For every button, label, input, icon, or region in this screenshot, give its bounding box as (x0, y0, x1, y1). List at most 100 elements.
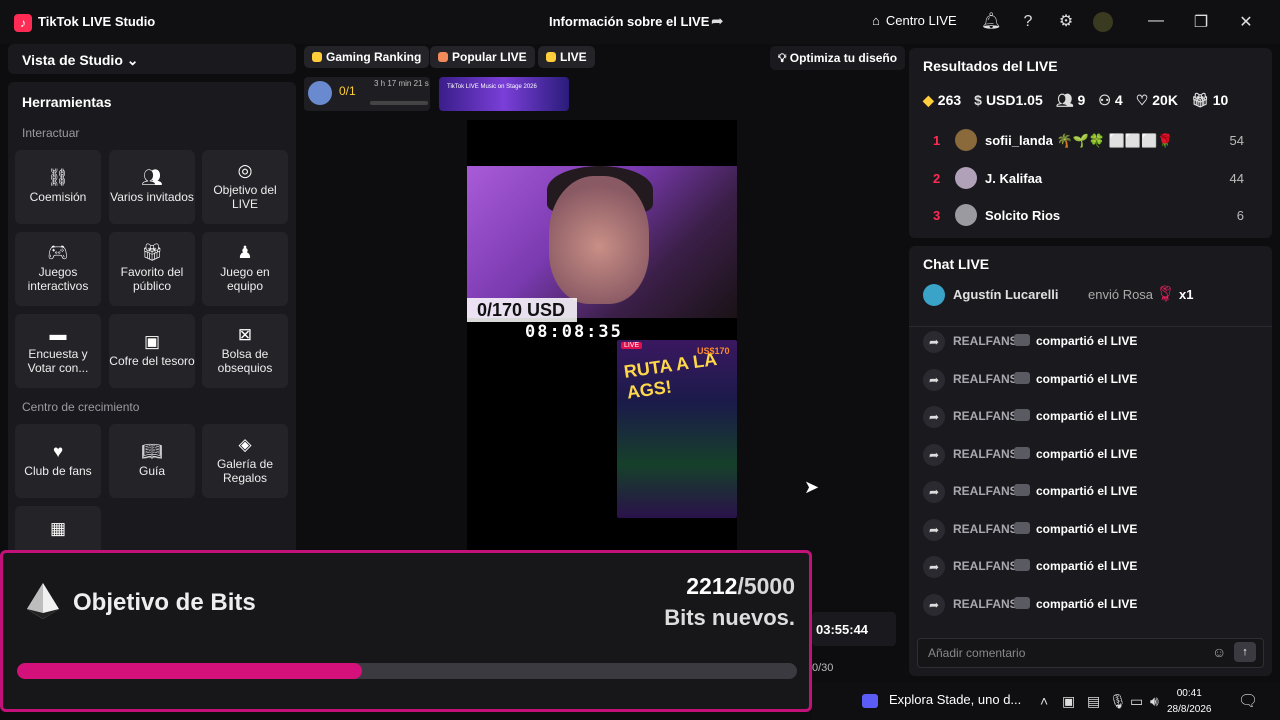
gifter-row[interactable]: 2 J. Kalifaa 44 (909, 164, 1272, 194)
chat-user[interactable]: REALFANS (953, 559, 1018, 573)
studio-view-dropdown[interactable]: Vista de Studio ⌄ (8, 44, 296, 74)
close-icon[interactable]: ✕ (1234, 12, 1258, 32)
usd-goal-label: 0/170 USD (467, 298, 577, 322)
fan-badge-icon (1014, 522, 1030, 534)
system-clock[interactable]: 00:41 28/8/2026 (1167, 686, 1212, 718)
stat-value: 4 (1114, 92, 1123, 108)
section-growth: Centro de crecimiento (22, 400, 140, 414)
gifter-row[interactable]: 3 Solcito Rios 6 (909, 201, 1272, 231)
target-icon: ◎ (237, 160, 253, 180)
tool-objetivo-live[interactable]: ◎ Objetivo del LIVE (202, 150, 288, 224)
tool-label: Cofre del tesoro (109, 353, 195, 368)
chip-popular-live[interactable]: Popular LIVE (430, 46, 535, 68)
avatar (955, 167, 977, 189)
live-info-link[interactable]: Información sobre el LIVE (549, 14, 709, 29)
fan-badge-icon (1014, 559, 1030, 571)
tool-favorito-publico[interactable]: 🎁︎ Favorito del público (109, 232, 195, 306)
gifter-row[interactable]: 1 sofii_landa 🌴🌱🍀 ⬜⬜⬜🌹 54 (909, 126, 1272, 156)
chat-user[interactable]: REALFANS (953, 334, 1018, 348)
notification-icon[interactable]: 🗨︎ (1238, 691, 1258, 711)
chat-text: compartió el LIVE (1036, 447, 1138, 461)
tool-galeria-regalos[interactable]: ◈ Galería de Regalos (202, 424, 288, 498)
gifter-score: 54 (1229, 133, 1244, 148)
tool-cofre-tesoro[interactable]: ▣ Cofre del tesoro (109, 314, 195, 388)
tool-juegos-interactivos[interactable]: 🎮︎ Juegos interactivos (15, 232, 101, 306)
stream-preview: 0/170 USD 08:08:35 LIVE RUTA A LA AGS! U… (467, 120, 737, 550)
bell-icon[interactable]: 🔔︎ (981, 12, 1001, 32)
tool-label: Favorito del público (120, 264, 184, 293)
centro-live-button[interactable]: ⌂ Centro LIVE (872, 13, 957, 28)
tool-encuesta[interactable]: ▬ Encuesta y Votar con... (15, 314, 101, 388)
stat-follows: ⚇ 4 (1098, 92, 1122, 109)
pinned-user: Agustín Lucarelli (953, 287, 1059, 302)
tool-club-fans[interactable]: ♥ Club de fans (15, 424, 101, 498)
pinned-action: envió Rosa (1088, 287, 1154, 302)
device-icon[interactable]: ▤ (1087, 693, 1100, 710)
tools-title: Herramientas (22, 94, 112, 110)
minimize-icon[interactable]: — (1144, 12, 1168, 30)
share-icon[interactable]: ➦ (711, 12, 724, 30)
tool-juego-equipo[interactable]: ♟ Juego en equipo (202, 232, 288, 306)
tool-guia[interactable]: 📖︎ Guía (109, 424, 195, 498)
tool-bolsa-obsequios[interactable]: ⊠ Bolsa de obsequios (202, 314, 288, 388)
bits-progress-fill (17, 663, 363, 679)
avatar[interactable] (1093, 12, 1113, 32)
chat-text: compartió el LIVE (1036, 559, 1138, 573)
results-card: Resultados del LIVE ◆ 263 $ USD1.05 👥︎ 9 ⚇ 4… (909, 48, 1272, 238)
avatar (955, 204, 977, 226)
chest-icon: ▣ (143, 331, 161, 351)
chat-message: ➦ REALFANS compartió el LIVE (923, 478, 1263, 508)
monitor-icon[interactable]: ▣ (1062, 693, 1075, 710)
app-title: TikTok LIVE Studio (38, 14, 156, 29)
volume-icon[interactable]: 🔊︎ (1150, 693, 1159, 710)
fan-badge-icon (1014, 447, 1030, 459)
gifter-rank: 3 (933, 208, 941, 223)
chat-user[interactable]: REALFANS (953, 409, 1018, 423)
emoji-icon[interactable]: ☺ (1212, 644, 1226, 660)
chat-user[interactable]: REALFANS (953, 522, 1018, 536)
stat-value: 10 (1212, 92, 1229, 108)
divider (909, 326, 1272, 327)
promo-banner[interactable]: TikTok LIVE Music on Stage 2026 (439, 77, 569, 111)
section-interact: Interactuar (22, 126, 80, 140)
gifter-score: 6 (1236, 208, 1244, 223)
diamond-icon: ◆ (923, 92, 934, 108)
follow-icon: ⚇ (1098, 92, 1111, 108)
chat-user[interactable]: REALFANS (953, 597, 1018, 611)
avatar (955, 129, 977, 151)
restore-icon[interactable]: ❐ (1189, 12, 1213, 32)
avatar (308, 81, 332, 105)
microphone-icon[interactable]: 🎙︎ (1109, 693, 1127, 710)
help-icon[interactable]: ? (1018, 12, 1038, 32)
bulb-icon: 💡︎ (778, 51, 787, 65)
gifter-rank: 2 (933, 171, 941, 186)
chat-text: compartió el LIVE (1036, 372, 1138, 386)
stat-likes: ♡ 20K (1136, 92, 1178, 109)
stat-value: 20K (1152, 92, 1178, 108)
chat-user[interactable]: REALFANS (953, 372, 1018, 386)
tool-label: Varios invitados (110, 189, 194, 204)
tool-varios-invitados[interactable]: 👥︎ Varios invitados (109, 150, 195, 224)
stat-viewers: 👥︎ 9 (1056, 92, 1086, 109)
mouse-cursor-icon: ➤ (804, 477, 820, 497)
tool-coemision[interactable]: ⛓ Coemisión (15, 150, 101, 224)
chevron-up-icon[interactable]: ˄ (1040, 693, 1048, 709)
gifter-score: 44 (1229, 171, 1244, 186)
gifter-rank: 1 (933, 133, 941, 148)
chip-live[interactable]: LIVE (538, 46, 595, 68)
optimize-design-button[interactable]: 💡︎ Optimiza tu diseño (770, 46, 906, 70)
settings-icon[interactable]: ⚙ (1056, 12, 1076, 32)
chat-user[interactable]: REALFANS (953, 484, 1018, 498)
fan-badge-icon (1014, 334, 1030, 346)
send-button[interactable]: ↑ (1234, 642, 1256, 662)
tool-extra[interactable]: ▦ (15, 506, 101, 556)
ranking-box[interactable]: 0/1 3 h 17 min 21 s (304, 77, 430, 111)
home-icon: ⌂ (872, 13, 880, 28)
poll-icon: ▬ (49, 324, 67, 344)
taskbar-search-text[interactable]: Explora Stade, uno d... (889, 692, 1021, 707)
stat-value: USD1.05 (985, 92, 1043, 108)
chat-user[interactable]: REALFANS (953, 447, 1018, 461)
chip-gaming-ranking[interactable]: Gaming Ranking (304, 46, 430, 68)
network-icon[interactable]: ▭ (1130, 693, 1143, 710)
fan-badge-icon (1014, 372, 1030, 384)
